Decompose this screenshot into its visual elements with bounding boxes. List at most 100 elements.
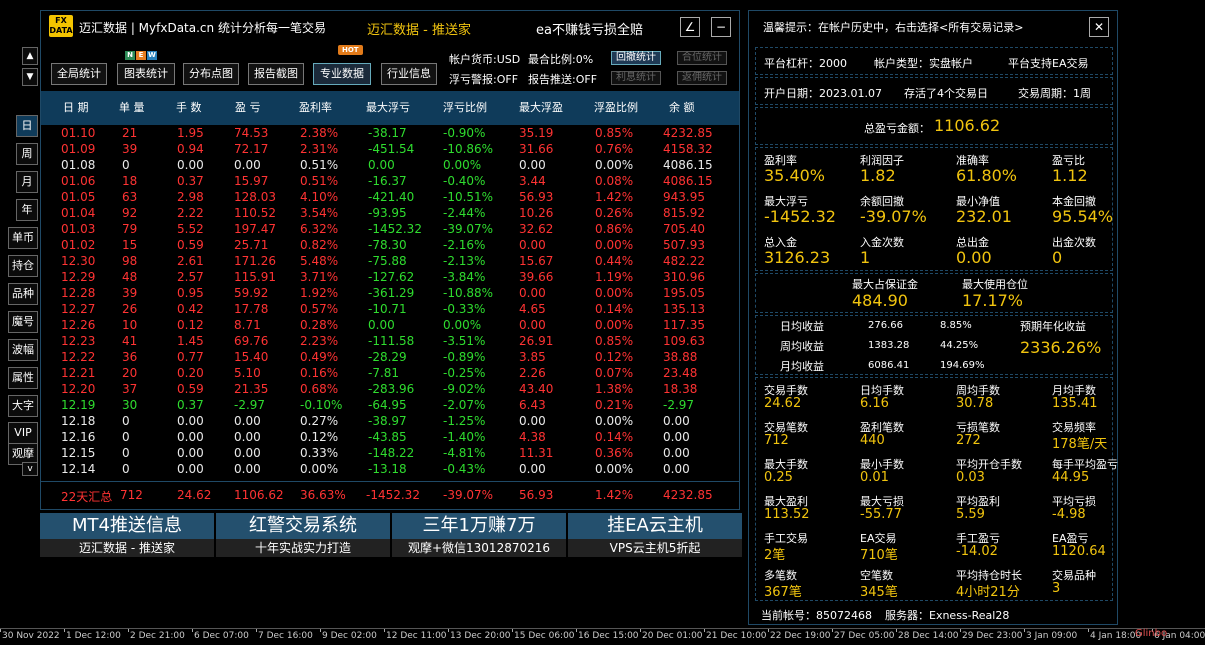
table-cell: 195.05: [663, 286, 705, 300]
nav-item-1[interactable]: 周: [16, 143, 38, 165]
nav-item-9[interactable]: 属性: [8, 367, 38, 389]
nav-item-4[interactable]: 单币: [8, 227, 38, 249]
table-cell: 0.59: [177, 382, 204, 396]
banner-three-years[interactable]: 三年1万赚7万 观摩+微信13012870216: [392, 513, 566, 557]
interest-stats-button[interactable]: 利息统计: [611, 71, 661, 85]
nav-item-3[interactable]: 年: [16, 199, 38, 221]
nav-more-button[interactable]: v: [22, 462, 38, 476]
hot-badge: HOT: [338, 45, 363, 55]
stat-value: 367笔: [764, 585, 802, 600]
table-cell: -0.43%: [443, 462, 486, 476]
col-max-float-profit[interactable]: 最大浮盈: [519, 91, 563, 125]
col-date[interactable]: 日 期: [63, 91, 89, 125]
col-orders[interactable]: 单 量: [119, 91, 145, 125]
table-cell: 30: [122, 398, 138, 412]
table-cell: 18.38: [663, 382, 698, 396]
table-cell: -2.97: [234, 398, 266, 412]
table-row[interactable]: 12.29 48 2.57 115.91 3.71% -127.62 -3.84% 39.66…: [41, 269, 739, 285]
pro-data-button[interactable]: 专业数据: [313, 63, 371, 85]
nav-item-8[interactable]: 波幅: [8, 339, 38, 361]
table-row[interactable]: 12.16 0 0.00 0.00 0.12% -43.85 -1.40% 4.38 0.14%…: [41, 429, 739, 445]
stat-value: 3126.23: [764, 248, 831, 267]
table-cell: 39.66: [519, 270, 554, 284]
nav-item-2[interactable]: 月: [16, 171, 38, 193]
table-cell: -451.54: [368, 142, 415, 156]
table-row[interactable]: 12.18 0 0.00 0.00 0.27% -38.97 -1.25% 0.00 0.00%…: [41, 413, 739, 429]
table-cell: -3.51%: [443, 334, 486, 348]
axis-tick: [960, 629, 961, 632]
table-row[interactable]: 01.10 21 1.95 74.53 2.38% -38.17 -0.90% 35.19 0.…: [41, 125, 739, 141]
col-balance[interactable]: 余 额: [669, 91, 695, 125]
distribution-button[interactable]: 分布点图: [183, 63, 239, 85]
rebate-stats-button[interactable]: 返佣统计: [677, 71, 727, 85]
table-cell: 4232.85: [663, 126, 713, 140]
table-row[interactable]: 12.15 0 0.00 0.00 0.33% -148.22 -4.81% 11.31 0.3…: [41, 445, 739, 461]
table-cell: -38.17: [368, 126, 407, 140]
table-row[interactable]: 01.09 39 0.94 72.17 2.31% -451.54 -10.86% 31.66…: [41, 141, 739, 157]
table-row[interactable]: 12.14 0 0.00 0.00 0.00% -13.18 -0.43% 0.00 0.00%…: [41, 461, 739, 477]
table-cell: 0: [122, 414, 130, 428]
nav-item-7[interactable]: 魔号: [8, 311, 38, 333]
table-cell: 0.14%: [595, 302, 634, 316]
industry-info-button[interactable]: 行业信息: [381, 63, 437, 85]
stat-value: 24.62: [764, 396, 802, 411]
table-row[interactable]: 01.05 63 2.98 128.03 4.10% -421.40 -10.51% 56.9…: [41, 189, 739, 205]
table-cell: 0.00%: [443, 158, 482, 172]
chart-stats-button[interactable]: 图表统计: [117, 63, 175, 85]
table-row[interactable]: 12.22 36 0.77 15.40 0.49% -28.29 -0.89% 3.85 0.1…: [41, 349, 739, 365]
minimize-button[interactable]: −: [711, 17, 731, 37]
table-row[interactable]: 01.08 0 0.00 0.00 0.51% 0.00 0.00% 0.00 0.00% 408…: [41, 157, 739, 173]
table-cell: 4.65: [519, 302, 546, 316]
table-cell: -10.86%: [443, 142, 494, 156]
col-profit-rate[interactable]: 盈利率: [299, 91, 332, 125]
table-cell: 79: [122, 222, 138, 236]
table-row[interactable]: 12.19 30 0.37 -2.97 -0.10% -64.95 -2.07% 6.43 0.…: [41, 397, 739, 413]
col-float-profit-ratio[interactable]: 浮盈比例: [594, 91, 638, 125]
col-pl[interactable]: 盈 亏: [235, 91, 261, 125]
stat-value: 1120.64: [1052, 544, 1106, 559]
stats-panel: 温馨提示：在帐户历史中，右击选择<所有交易记录> ✕ 平台杠杆：2000 帐户类…: [748, 10, 1118, 625]
table-cell: 0.00%: [595, 286, 634, 300]
table-cell: -1.40%: [443, 430, 486, 444]
resize-button[interactable]: ∠: [680, 17, 700, 37]
table-row[interactable]: 01.03 79 5.52 197.47 6.32% -1452.32 -39.07% 32.…: [41, 221, 739, 237]
banner-mt4-push[interactable]: MT4推送信息 迈汇数据 - 推送家: [40, 513, 214, 557]
table-cell: 0.85%: [595, 126, 634, 140]
table-row[interactable]: 12.30 98 2.61 171.26 5.48% -75.88 -2.13% 15.67 0…: [41, 253, 739, 269]
table-cell: 0.00: [234, 446, 261, 460]
position-stats-button[interactable]: 合位统计: [677, 51, 727, 65]
global-stats-button[interactable]: 全局统计: [51, 63, 107, 85]
table-row[interactable]: 01.02 15 0.59 25.71 0.82% -78.30 -2.16% 0.00 0.0…: [41, 237, 739, 253]
table-row[interactable]: 12.23 41 1.45 69.76 2.23% -111.58 -3.51% 26.91 0…: [41, 333, 739, 349]
table-cell: 01.09: [61, 142, 96, 156]
table-cell: 109.63: [663, 334, 705, 348]
stat-value: 178笔/天: [1052, 437, 1108, 452]
table-row[interactable]: 01.04 92 2.22 110.52 3.54% -93.95 -2.44% 10.26 0…: [41, 205, 739, 221]
table-cell: 15.97: [234, 174, 269, 188]
col-max-float-loss[interactable]: 最大浮亏: [366, 91, 410, 125]
table-row[interactable]: 12.28 39 0.95 59.92 1.92% -361.29 -10.88% 0.00 0…: [41, 285, 739, 301]
nav-item-6[interactable]: 品种: [8, 283, 38, 305]
drawdown-stats-button[interactable]: 回撤统计: [611, 51, 661, 65]
table-cell: 4.10%: [300, 190, 339, 204]
table-row[interactable]: 12.21 20 0.20 5.10 0.16% -7.81 -0.25% 2.26 0.07%…: [41, 365, 739, 381]
table-row[interactable]: 12.26 10 0.12 8.71 0.28% 0.00 0.00% 0.00 0.00% 11…: [41, 317, 739, 333]
table-row[interactable]: 12.20 37 0.59 21.35 0.68% -283.96 -9.02% 43.40 1…: [41, 381, 739, 397]
axis-tick-label: 22 Dec 19:00: [770, 631, 831, 641]
col-float-loss-ratio[interactable]: 浮亏比例: [443, 91, 487, 125]
nav-up-button[interactable]: ▲: [22, 47, 38, 65]
table-row[interactable]: 12.27 26 0.42 17.78 0.57% -10.71 -0.33% 4.65 0.1…: [41, 301, 739, 317]
table-row[interactable]: 01.06 18 0.37 15.97 0.51% -16.37 -0.40% 3.44 0.0…: [41, 173, 739, 189]
banner-ea-vps[interactable]: 挂EA云主机 VPS云主机5折起: [568, 513, 742, 557]
col-lots[interactable]: 手 数: [176, 91, 202, 125]
nav-item-11[interactable]: VIP: [8, 422, 38, 444]
stat-value: 4小时21分: [956, 585, 1020, 600]
close-icon[interactable]: ✕: [1089, 17, 1109, 37]
table-cell: 0.00: [234, 430, 261, 444]
nav-item-0[interactable]: 日: [16, 115, 38, 137]
nav-down-button[interactable]: ▼: [22, 68, 38, 86]
report-screenshot-button[interactable]: 报告截图: [248, 63, 304, 85]
nav-item-5[interactable]: 持仓: [8, 255, 38, 277]
nav-item-10[interactable]: 大字: [8, 395, 38, 417]
banner-trade-system[interactable]: 红警交易系统 十年实战实力打造: [216, 513, 390, 557]
